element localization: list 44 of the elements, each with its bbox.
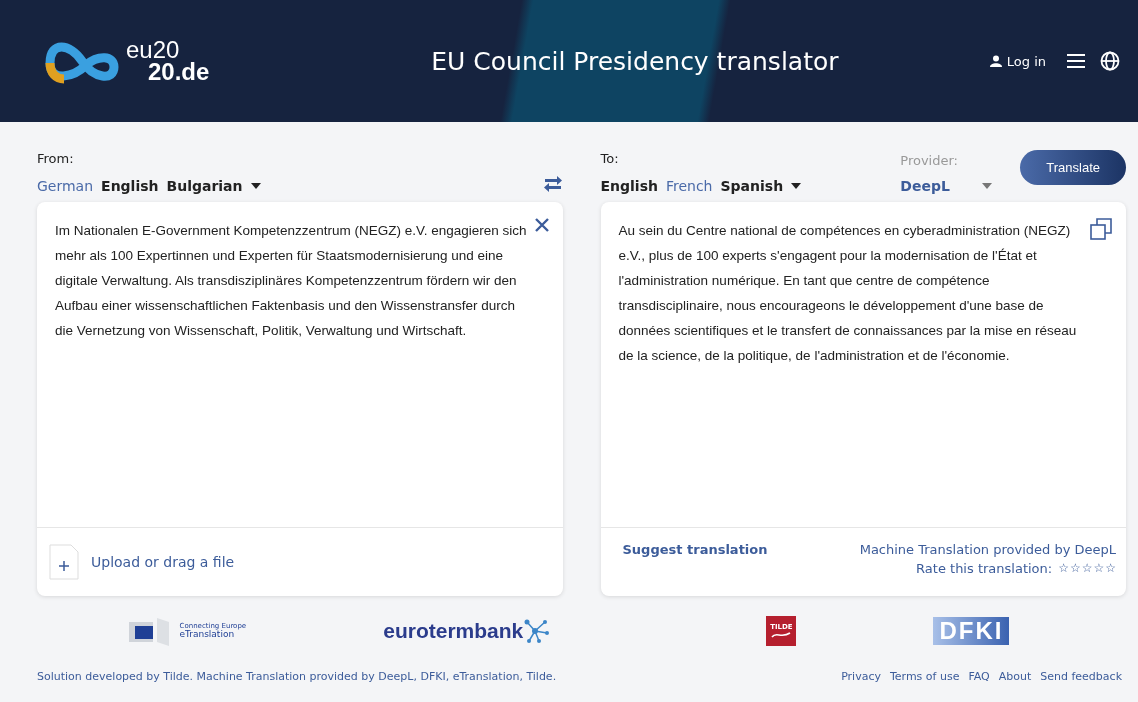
app-title: EU Council Presidency translator	[430, 46, 840, 76]
translation-text: Au sein du Centre national de compétences en cyberadministration (NEGZ) e.V., plus de 100 experts s'engagent pour la modernisation de l'État et l'administration numérique. En tant que centre de compétence transdisciplinaire, nous encourageons le développement d'une base de données scientifiques et le transfert de connaissances par la mise en réseau de la science, de la politique, de l'administration et de l'économie.	[618, 222, 1078, 365]
translate-button[interactable]: Translate	[1020, 150, 1126, 185]
provider-dropdown[interactable]: DeepL	[900, 178, 993, 194]
language-tab[interactable]: English	[101, 178, 159, 194]
network-icon	[523, 619, 550, 643]
menu-icon[interactable]	[1066, 53, 1086, 69]
star-icon[interactable]: ☆	[1069, 561, 1081, 576]
to-label: To:	[600, 151, 620, 166]
globe-icon[interactable]	[1100, 51, 1120, 71]
swap-icon[interactable]	[542, 174, 563, 192]
source-text[interactable]: Im Nationalen E-Government Kompetenzzentrum (NEGZ) e.V. engagieren sich mehr als 100 Expertinnen und Experten für Staatsmodernisierung und eine digitale Verwaltung. Als transdisziplinäres Kompetenzzentrum fördern wir den Aufbau einer wissenschaftlichen Faktenbasis und den Wissenstransfer durch die Vernetzung von Wissenschaft, Politik, Verwaltung und Wirtschaft.	[55, 218, 529, 527]
footer-link[interactable]: Send feedback	[1040, 670, 1122, 683]
language-tab[interactable]: Bulgarian	[166, 178, 243, 194]
star-icon[interactable]: ☆	[1081, 561, 1093, 576]
login-link[interactable]: Log in	[989, 53, 1046, 69]
language-tab[interactable]: Spanish	[720, 178, 784, 194]
eurotermbank-logo-text: eurotermbank	[383, 619, 524, 643]
dfki-logo: DFKI	[933, 617, 1010, 645]
add-file-icon[interactable]	[49, 544, 79, 580]
person-icon	[989, 55, 1002, 67]
language-tab[interactable]: French	[665, 178, 713, 194]
provider-credit: Machine Translation provided by DeepL	[859, 542, 1116, 557]
credits-text: Solution developed by Tilde. Machine Translation provided by DeepL, DFKI, eTranslation, Tilde.	[37, 670, 557, 683]
caret-icon[interactable]	[791, 183, 802, 189]
star-icon[interactable]: ☆	[1058, 561, 1069, 576]
close-icon[interactable]	[534, 218, 549, 232]
provider-label: Provider:	[900, 153, 959, 168]
rate-label: Rate this translation:	[916, 561, 1053, 576]
etranslation-logo-text: eTranslation	[179, 630, 235, 639]
footer-link[interactable]: Privacy	[841, 670, 881, 683]
star-icon[interactable]: ☆	[1105, 561, 1116, 576]
language-tab[interactable]: German	[37, 178, 94, 194]
footer-link[interactable]: Terms of use	[889, 670, 960, 683]
footer-link[interactable]: FAQ	[968, 670, 990, 683]
language-tab[interactable]: English	[600, 178, 658, 194]
suggest-translation-link[interactable]: Suggest translation	[622, 542, 768, 557]
from-label: From:	[37, 151, 75, 166]
caret-icon[interactable]	[250, 183, 261, 189]
copy-icon[interactable]	[1090, 218, 1112, 240]
star-icon[interactable]: ☆	[1093, 561, 1105, 576]
logo-text: eu20 20.de	[126, 39, 210, 83]
upload-link[interactable]: Upload or drag a file	[91, 554, 235, 570]
footer-link[interactable]: About	[998, 670, 1032, 683]
